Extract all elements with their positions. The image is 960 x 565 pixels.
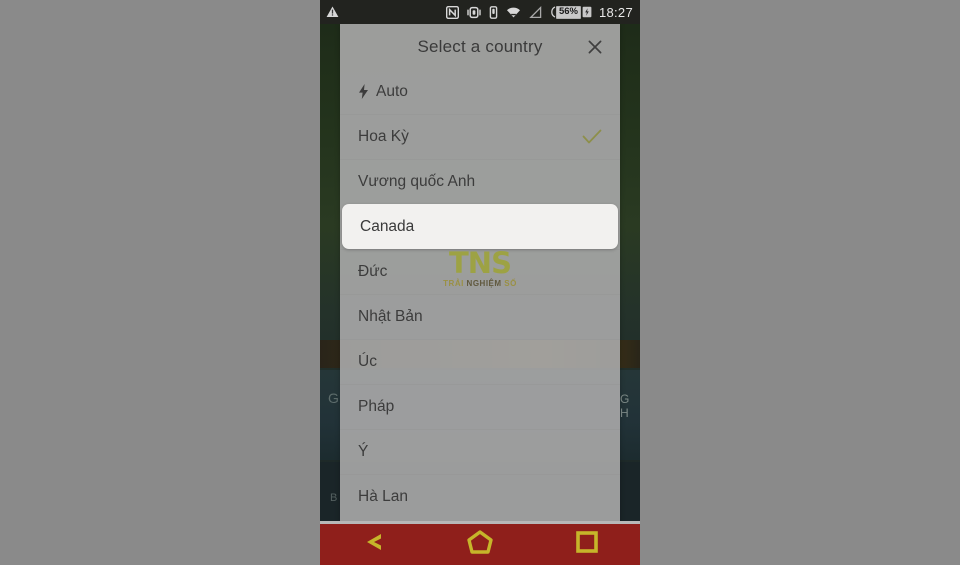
status-bar-right: 56% 18:27 bbox=[445, 4, 640, 20]
checkmark-icon bbox=[582, 129, 602, 145]
list-item-label: Ý bbox=[358, 443, 369, 460]
navbar-top-edge bbox=[320, 521, 640, 524]
close-icon[interactable] bbox=[582, 34, 608, 60]
home-button[interactable] bbox=[450, 524, 510, 565]
list-item-hoa-ky[interactable]: Hoa Kỳ bbox=[340, 114, 620, 159]
back-chevron-icon bbox=[360, 530, 386, 559]
dialog-title: Select a country bbox=[417, 36, 543, 56]
nfc-icon bbox=[445, 5, 459, 19]
list-item-canada[interactable]: Canada bbox=[342, 204, 618, 249]
wifi-icon bbox=[505, 6, 522, 19]
list-item-label: Auto bbox=[376, 82, 408, 100]
list-item-label: Úc bbox=[358, 353, 377, 370]
list-item-vuong-quoc-anh[interactable]: Vương quốc Anh bbox=[340, 159, 620, 204]
battery-icon: 56% bbox=[549, 5, 592, 19]
warning-triangle-icon bbox=[326, 6, 339, 18]
status-bar-left bbox=[320, 6, 339, 18]
list-item-ha-lan[interactable]: Hà Lan bbox=[340, 474, 620, 519]
back-button[interactable] bbox=[343, 524, 403, 565]
list-item-label: Nhật Bản bbox=[358, 308, 423, 325]
recents-square-icon bbox=[575, 530, 599, 559]
clock-label: 18:27 bbox=[598, 4, 633, 20]
phone-viewport: G G H B 56% 18:27 Select a country Auto … bbox=[320, 0, 640, 565]
list-item-label: Hà Lan bbox=[358, 488, 408, 505]
signal-triangle-icon bbox=[529, 5, 542, 19]
screenshot-root: G G H B 56% 18:27 Select a country Auto … bbox=[0, 0, 960, 565]
bolt-icon bbox=[358, 84, 369, 99]
navigation-bar bbox=[320, 524, 640, 565]
home-pentagon-icon bbox=[467, 530, 493, 559]
list-item-duc[interactable]: Đức bbox=[340, 249, 620, 294]
status-bar: 56% 18:27 bbox=[320, 0, 640, 24]
country-list: Auto Hoa Kỳ Vương quốc Anh Canada Đức Nh… bbox=[340, 69, 620, 519]
list-item-label: Canada bbox=[360, 217, 415, 235]
list-item-nhat-ban[interactable]: Nhật Bản bbox=[340, 294, 620, 339]
list-item-label: Đức bbox=[358, 263, 388, 280]
list-item-auto[interactable]: Auto bbox=[340, 69, 620, 114]
vibrate-icon bbox=[466, 6, 482, 19]
select-country-dialog: Select a country Auto Hoa Kỳ Vương quốc … bbox=[340, 24, 620, 524]
recents-button[interactable] bbox=[557, 524, 617, 565]
battery-percent-label: 56% bbox=[555, 5, 581, 19]
sim-icon bbox=[489, 5, 498, 19]
list-item-label: Pháp bbox=[358, 398, 395, 415]
list-item-y[interactable]: Ý bbox=[340, 429, 620, 474]
list-item-label: Vương quốc Anh bbox=[358, 173, 476, 190]
dialog-header: Select a country bbox=[340, 24, 620, 69]
list-item-label: Hoa Kỳ bbox=[358, 128, 409, 145]
list-item-uc[interactable]: Úc bbox=[340, 339, 620, 384]
list-item-phap[interactable]: Pháp bbox=[340, 384, 620, 429]
